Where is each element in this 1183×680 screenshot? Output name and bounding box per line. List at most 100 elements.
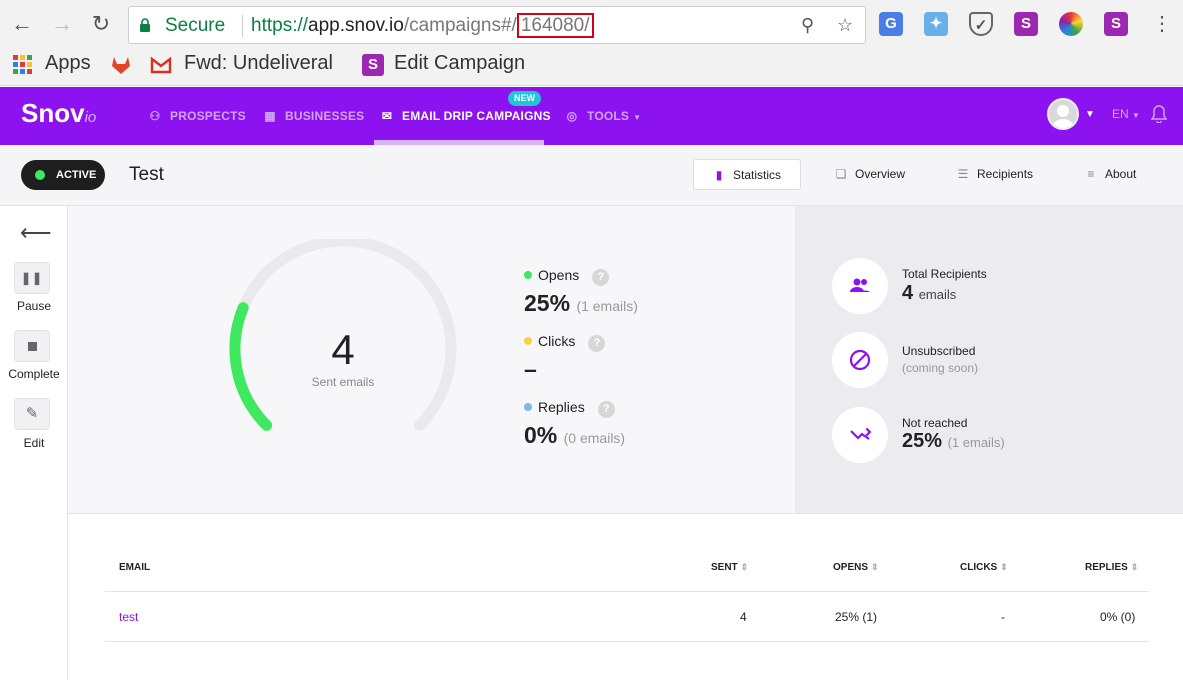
column-email[interactable]: EMAIL [119,562,150,573]
people-icon [850,278,870,292]
bar-chart-icon: ▮ [715,168,723,182]
column-clicks-label: CLICKS [960,562,998,573]
help-icon[interactable]: ? [592,269,610,286]
tab-overview[interactable]: ❏ Overview [833,159,905,190]
column-clicks[interactable]: CLICKS ⇕ [960,562,1008,573]
replies-value: 0% [524,422,558,448]
address-bar[interactable]: Secure https://app.snov.io/campaigns#/16… [128,6,866,44]
tab-overview-label: Overview [855,167,906,181]
unsubscribed-note: (coming soon) [902,361,979,375]
building-icon: ▦ [264,109,276,123]
shield-extension-icon[interactable]: ✓ [969,12,993,36]
status-badge: ACTIVE [21,160,105,190]
replies-sub: (0 emails) [563,430,626,446]
metric-clicks: Clicks? – [524,333,606,383]
help-icon[interactable]: ? [588,335,606,352]
url-separator [242,15,243,37]
replies-label: Replies [538,399,585,415]
back-arrow-icon[interactable]: ← [8,10,36,38]
block-icon [849,349,871,371]
tab-about[interactable]: ≡ About [1083,159,1136,190]
unsubscribed-title: Unsubscribed [902,344,976,358]
recipients-icon: ☰ [957,167,969,181]
total-recipients-unit: emails [918,287,957,302]
avatar[interactable] [1047,98,1079,130]
edit-label: Edit [23,436,45,450]
menu-kebab-icon[interactable]: ⋮ [1148,10,1176,38]
nav-tools[interactable]: ◎ TOOLS ▼ [563,87,641,145]
complete-label: Complete [8,367,60,381]
user-silhouette-icon [1052,105,1074,128]
lock-icon [140,18,150,32]
help-icon[interactable]: ? [597,401,615,418]
summary-panel: Total Recipients 4 emails Unsubscribed (… [795,206,1183,514]
total-recipients-value: 4 [902,282,914,304]
url-text: https://app.snov.io/campaigns#/164080/ [251,13,594,38]
sent-count: 4 [331,326,355,373]
total-recipients-circle [832,258,888,314]
bird-extension-icon[interactable]: ✦ [924,12,948,36]
chevron-down-icon: ▼ [633,113,642,122]
reload-icon[interactable]: ↻ [87,10,115,38]
column-replies[interactable]: REPLIES ⇕ [1085,562,1138,573]
color-wheel-extension-icon[interactable] [1059,12,1083,36]
avatar-chevron-down-icon[interactable]: ▼ [1085,109,1095,120]
row-sent: 4 [740,610,747,624]
bookmark-fwd-undeliverable[interactable]: Fwd: Undeliveral [184,52,333,75]
nav-prospects[interactable]: ⚇ PROSPECTS [146,87,246,145]
forward-arrow-icon[interactable]: → [48,10,76,38]
url-path: /campaigns#/ [403,15,517,36]
bookmark-apps[interactable]: Apps [45,52,91,75]
logo-main: Snov [21,98,85,128]
metric-opens: Opens? 25% (1 emails) [524,267,638,317]
left-action-rail: ⟵ ❚❚ Pause Complete ✎ Edit [0,206,68,680]
snov-logo[interactable]: Snovio [21,98,96,129]
column-sent-label: SENT [711,562,738,573]
sort-icon: ⇕ [871,562,879,572]
pencil-icon: ✎ [25,405,39,422]
edit-button[interactable]: ✎ [14,398,50,430]
not-reached-sub: (1 emails) [947,435,1005,450]
total-recipients-title: Total Recipients [902,267,987,281]
tab-statistics[interactable]: ▮ Statistics [693,159,802,190]
complete-button[interactable] [14,330,50,362]
language-chevron-icon: ▼ [1132,111,1140,120]
snov-extension-icon-2[interactable]: S [1104,12,1128,36]
sort-icon: ⇕ [1000,562,1008,572]
metric-replies: Replies? 0% (0 emails) [524,399,625,449]
overview-icon: ❏ [835,167,847,181]
pause-icon: ❚❚ [20,271,44,285]
replies-dot [524,403,532,411]
tab-statistics-label: Statistics [733,168,782,182]
not-reached-title: Not reached [902,416,968,430]
bookmarks-bar: Apps Fwd: Undeliveral S Edit Campaign [0,50,1183,82]
tab-recipients-label: Recipients [977,167,1034,181]
clicks-label: Clicks [538,333,576,349]
row-opens: 25% (1) [835,610,878,624]
table-header: EMAIL SENT ⇕ OPENS ⇕ CLICKS ⇕ REPLIES ⇕ [105,550,1149,592]
table-row: test 4 25% (1) - 0% (0) [105,592,1149,642]
zoom-icon[interactable]: ⚲ [801,15,814,36]
translate-extension-icon[interactable]: G [879,12,903,36]
bell-icon[interactable] [1151,105,1167,123]
opens-sub: (1 emails) [576,298,638,314]
row-email-link[interactable]: test [119,610,138,624]
opens-dot [524,271,532,279]
star-icon[interactable]: ☆ [837,15,853,36]
column-opens[interactable]: OPENS ⇕ [833,562,879,573]
language-selector[interactable]: EN ▼ [1112,107,1140,121]
tab-recipients[interactable]: ☰ Recipients [955,159,1033,190]
snov-extension-icon[interactable]: S [1014,12,1038,36]
people-icon: ⚇ [149,109,161,123]
back-arrow-icon[interactable]: ⟵ [20,220,52,246]
pause-button[interactable]: ❚❚ [14,262,50,294]
column-sent[interactable]: SENT ⇕ [711,562,748,573]
nav-prospects-label: PROSPECTS [170,109,246,123]
campaign-title: Test [129,164,164,185]
column-replies-label: REPLIES [1085,562,1128,573]
logo-suffix: io [84,109,97,126]
url-host: app.snov.io [308,15,404,36]
nav-businesses[interactable]: ▦ BUSINESSES [261,87,364,145]
language-label: EN [1112,107,1129,121]
bookmark-edit-campaign[interactable]: Edit Campaign [394,52,525,75]
